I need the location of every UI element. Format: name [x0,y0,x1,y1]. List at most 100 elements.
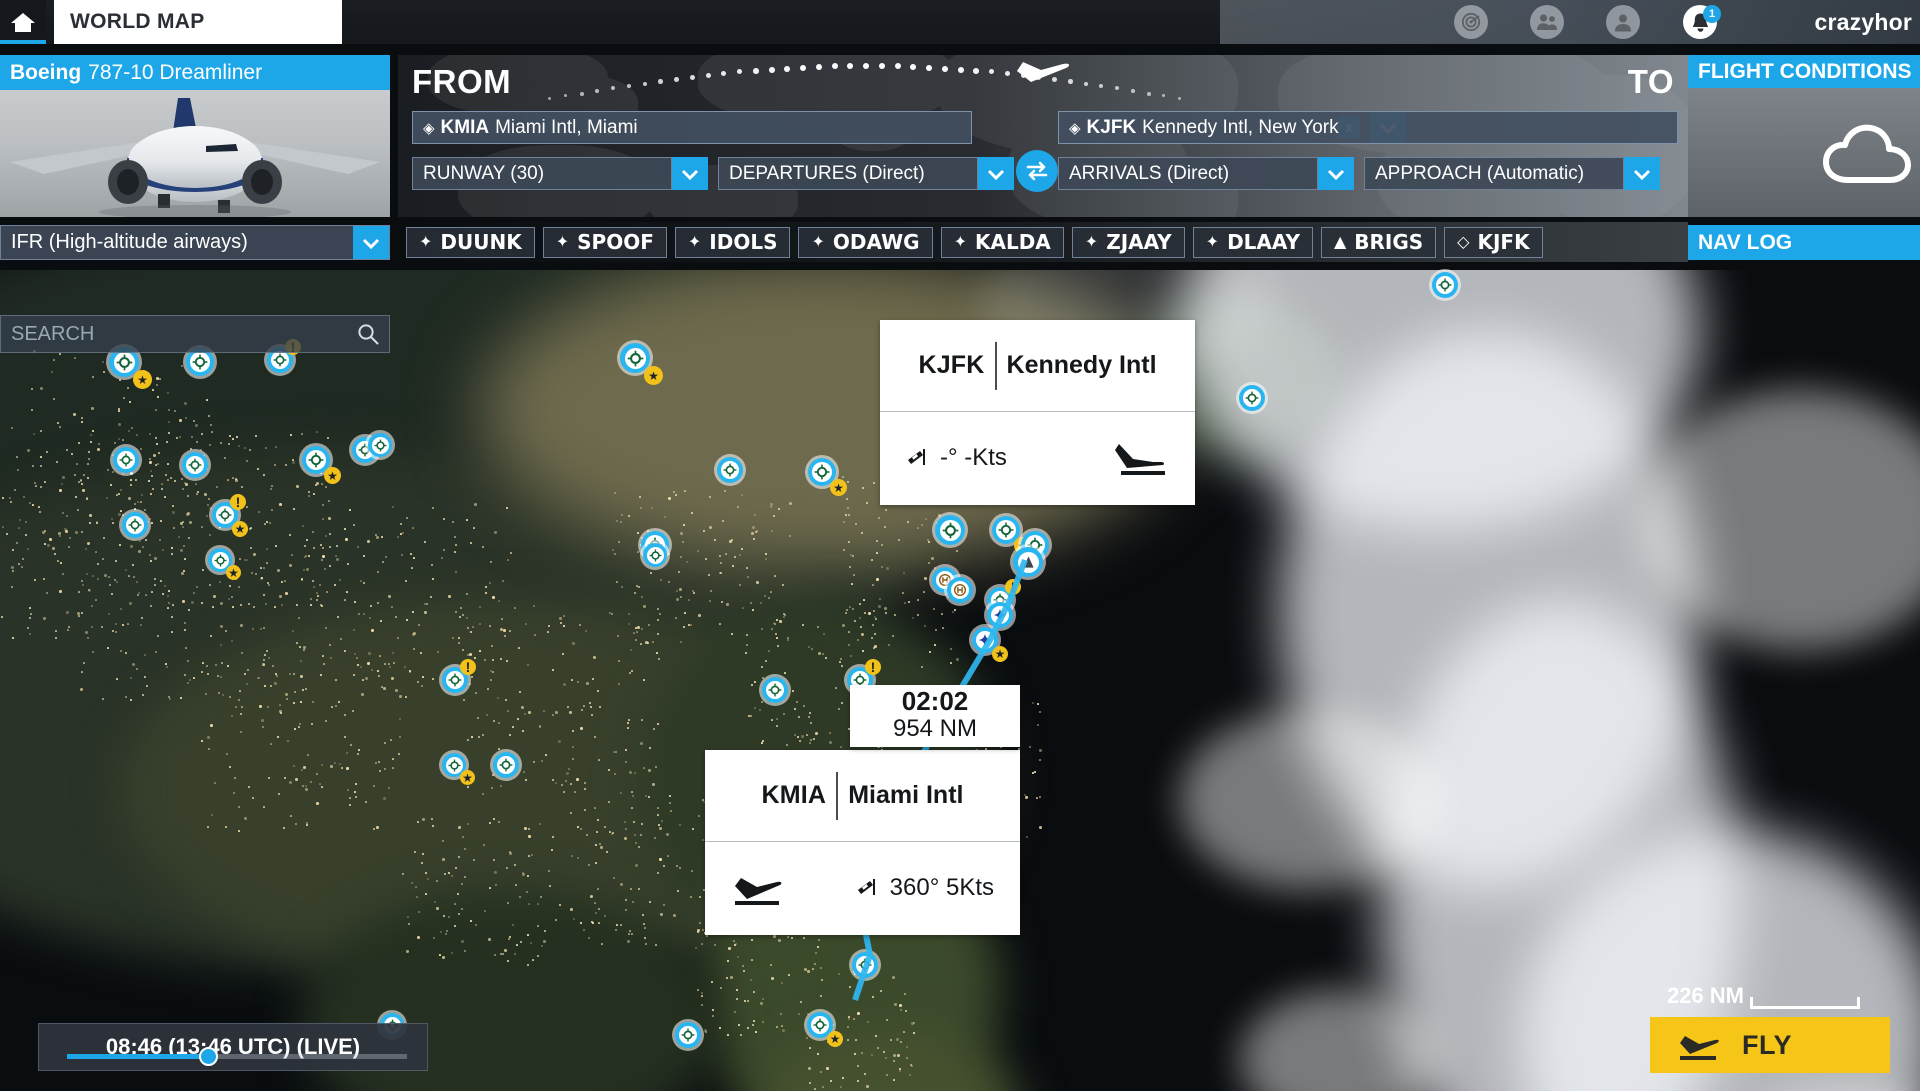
waypoint-chip-kalda[interactable]: ✦ KALDA [940,226,1064,258]
time-slider-knob[interactable] [199,1047,218,1066]
waypoint-chip-idols[interactable]: ✦ IDOLS [674,226,791,258]
waypoint-intersection-icon: ✦ [419,232,433,251]
map-marker-airport-4[interactable] [113,447,139,473]
airport-diamond-icon: ◈ [423,119,435,137]
marker-inner [996,520,1016,540]
marker-alert-badge[interactable]: ! [460,659,476,675]
marker-inner [624,347,646,369]
radar-icon-glyph [1461,12,1481,32]
map-marker-vor-35[interactable] [1013,547,1043,577]
marker-inner [117,451,135,469]
marker-star-badge[interactable]: ★ [133,370,152,389]
marker-star-badge[interactable]: ★ [232,521,248,537]
notification-badge: 1 [1703,5,1721,23]
airport-glyph-icon [627,350,643,366]
search-icon[interactable] [357,323,379,345]
profile-icon[interactable] [1606,5,1640,39]
marker-inner [371,436,389,454]
waypoint-chip-dlaay[interactable]: ✦ DLAAY [1192,226,1313,258]
waypoint-label: BRIGS [1354,230,1424,254]
swap-airports-button[interactable] [1016,150,1058,192]
departure-airport-field[interactable]: ◈ KMIA Miami Intl, Miami [412,111,972,144]
waypoint-bar[interactable]: ✦ DUUNK ✦ SPOOF ✦ IDOLS ✦ ODAWG ✦ KALDA ✦ ZJAAY ✦ DLA… [398,222,1688,262]
waypoint-intersection-icon: ✦ [1205,232,1220,251]
marker-star-badge[interactable]: ★ [324,467,341,484]
map-marker-airport-14[interactable] [643,543,667,567]
eta-time: 02:02 [901,685,969,716]
airport-glyph-icon [768,683,782,697]
arrival-procedure-select[interactable]: ARRIVALS (Direct) [1058,157,1318,190]
cloud-icon [1823,124,1911,183]
flight-rules-dropdown-arrow[interactable] [353,226,389,259]
marker-inner [1243,389,1261,407]
marker-inner [216,506,234,524]
tab-world-map[interactable]: WORLD MAP [54,0,342,44]
arrival-approach-value: APPROACH (Automatic) [1375,162,1585,184]
search-box[interactable] [0,315,390,353]
radar-icon[interactable] [1454,5,1488,39]
departure-procedure-select[interactable]: DEPARTURES (Direct) [718,157,978,190]
fly-button[interactable]: FLY [1650,1017,1890,1073]
departure-runway-dropdown[interactable] [672,157,708,190]
map-marker-airport-10[interactable] [122,512,148,538]
map-marker-airport-19[interactable] [762,677,788,703]
marker-alert-badge[interactable]: ! [1005,579,1021,595]
waypoint-chip-spoof[interactable]: ✦ SPOOF [542,226,667,258]
flight-conditions-panel[interactable]: FLIGHT CONDITIONS [1688,55,1920,217]
marker-star-badge[interactable]: ★ [460,770,475,785]
nav-log-title: NAV LOG [1698,230,1793,254]
marker-alert-badge[interactable]: ! [865,659,881,675]
map-marker-airport-5[interactable] [182,452,208,478]
flight-conditions-title: FLIGHT CONDITIONS [1688,55,1920,88]
marker-inner [445,756,463,774]
arrival-procedure-value: ARRIVALS (Direct) [1069,162,1230,184]
map-marker-airport-13[interactable] [717,457,743,483]
map-marker-airport-17[interactable] [493,752,519,778]
flight-rules-select[interactable]: IFR (High-altitude airways) [0,225,390,260]
airport-glyph-icon [214,554,226,566]
map-marker-airport-20[interactable] [935,515,965,545]
home-button[interactable] [0,0,46,44]
waypoint-chip-odawg[interactable]: ✦ ODAWG [798,226,933,258]
departure-procedure-dropdown[interactable] [978,157,1014,190]
airport-glyph-icon [116,354,132,370]
map-marker-airport-28[interactable] [1239,385,1265,411]
map-marker-airport-32[interactable] [852,952,878,978]
map-marker-airport-29[interactable] [1432,272,1458,298]
waypoint-chip-duunk[interactable]: ✦ DUUNK [406,226,535,258]
departure-airport-card[interactable]: KMIA Miami Intl 360° 5Kts [705,750,1020,935]
time-of-day-slider[interactable] [67,1047,407,1066]
arrival-procedure-dropdown[interactable] [1318,157,1354,190]
aircraft-thumbnail [0,90,390,217]
marker-star-badge[interactable]: ★ [644,366,663,385]
marker-star-badge[interactable]: ★ [226,565,241,580]
waypoint-chip-brigs[interactable]: ▲ BRIGS [1320,226,1437,258]
marker-alert-badge[interactable]: ! [230,494,246,510]
search-input[interactable] [11,322,357,346]
marker-star-badge[interactable]: ★ [830,479,847,496]
waypoint-chip-kjfk[interactable]: ◇ KJFK [1444,226,1543,258]
aircraft-panel[interactable]: Boeing 787-10 Dreamliner [0,55,390,217]
arrival-airport-field[interactable]: ◈ KJFK Kennedy Intl, New York [1058,111,1678,144]
arrival-card-header: KJFK Kennedy Intl [880,320,1195,412]
username-label[interactable]: crazyhor [1815,0,1912,44]
departure-icao: KMIA [440,116,490,138]
friends-icon[interactable] [1530,5,1564,39]
map-marker-poi-26[interactable] [987,602,1013,628]
arc-plane-icon [1017,62,1070,82]
notifications-bell-icon[interactable]: 1 [1683,5,1721,39]
arrival-airport-card[interactable]: KJFK Kennedy Intl -° -Kts [880,320,1195,505]
marker-star-badge[interactable]: ★ [827,1031,843,1047]
time-of-day-panel[interactable]: 08:46 (13:46 UTC) (LIVE) [38,1023,428,1071]
arrival-approach-select[interactable]: APPROACH (Automatic) [1364,157,1624,190]
arrival-approach-dropdown[interactable] [1624,157,1660,190]
marker-star-badge[interactable]: ★ [992,646,1008,662]
map-marker-airport-8[interactable] [368,433,392,457]
waypoint-chip-zjaay[interactable]: ✦ ZJAAY [1071,226,1185,258]
departure-airport-name: Miami Intl, Miami [495,116,638,138]
map-marker-airport-31[interactable] [675,1022,701,1048]
map-scale-label: 226 NM [1666,983,1744,1008]
nav-log-panel[interactable]: NAV LOG [1688,225,1920,260]
departure-runway-select[interactable]: RUNWAY (30) [412,157,672,190]
map-marker-heli-25[interactable] [947,577,973,603]
